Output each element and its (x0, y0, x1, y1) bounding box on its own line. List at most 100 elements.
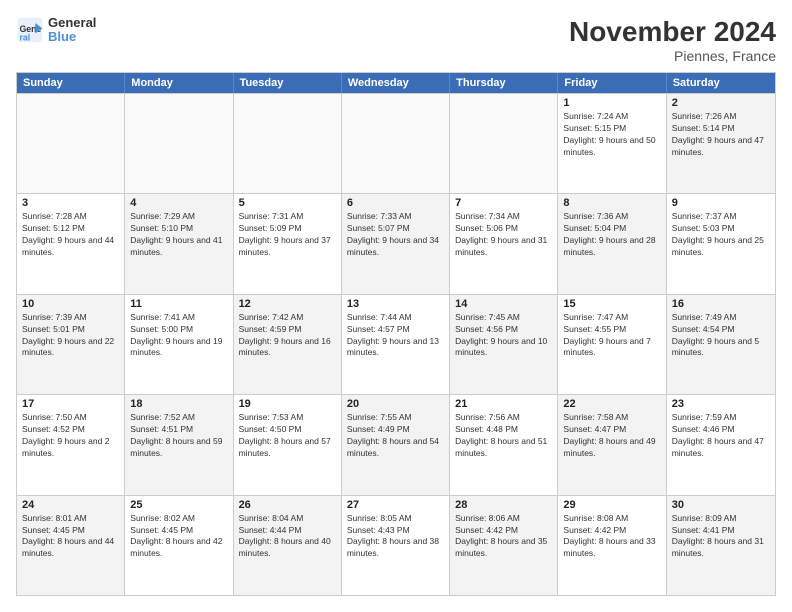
day-info: Sunrise: 7:52 AM Sunset: 4:51 PM Dayligh… (130, 412, 227, 460)
day-number: 27 (347, 499, 444, 511)
day-number: 9 (672, 197, 770, 209)
cal-header-day: Tuesday (234, 73, 342, 93)
title-block: November 2024 Piennes, France (569, 16, 776, 64)
month-title: November 2024 (569, 16, 776, 48)
day-number: 20 (347, 398, 444, 410)
calendar-body: 1 Sunrise: 7:24 AM Sunset: 5:15 PM Daylig… (17, 93, 775, 595)
calendar-row: 10 Sunrise: 7:39 AM Sunset: 5:01 PM Dayli… (17, 294, 775, 394)
day-info: Sunrise: 8:06 AM Sunset: 4:42 PM Dayligh… (455, 513, 552, 561)
day-number: 30 (672, 499, 770, 511)
calendar-cell: 5 Sunrise: 7:31 AM Sunset: 5:09 PM Daylig… (234, 194, 342, 293)
calendar-cell: 2 Sunrise: 7:26 AM Sunset: 5:14 PM Daylig… (667, 94, 775, 193)
day-info: Sunrise: 8:09 AM Sunset: 4:41 PM Dayligh… (672, 513, 770, 561)
calendar-cell: 30 Sunrise: 8:09 AM Sunset: 4:41 PM Dayli… (667, 496, 775, 595)
calendar-header: SundayMondayTuesdayWednesdayThursdayFrid… (17, 73, 775, 93)
day-number: 16 (672, 298, 770, 310)
calendar-cell: 4Sunrise: 7:29 AM Sunset: 5:10 PM Daylig… (125, 194, 233, 293)
day-info: Sunrise: 7:36 AM Sunset: 5:04 PM Dayligh… (563, 211, 660, 259)
day-number: 3 (22, 197, 119, 209)
calendar-cell: 6 Sunrise: 7:33 AM Sunset: 5:07 PM Daylig… (342, 194, 450, 293)
calendar-cell (450, 94, 558, 193)
cal-header-day: Wednesday (342, 73, 450, 93)
day-number: 26 (239, 499, 336, 511)
day-number: 7 (455, 197, 552, 209)
day-info: Sunrise: 8:04 AM Sunset: 4:44 PM Dayligh… (239, 513, 336, 561)
day-number: 11 (130, 298, 227, 310)
day-info: Sunrise: 7:28 AM Sunset: 5:12 PM Dayligh… (22, 211, 119, 259)
calendar-cell: 13 Sunrise: 7:44 AM Sunset: 4:57 PM Dayli… (342, 295, 450, 394)
day-number: 2 (672, 97, 770, 109)
logo-icon: Gene ral (16, 16, 44, 44)
day-number: 8 (563, 197, 660, 209)
calendar-cell (342, 94, 450, 193)
calendar-cell: 22 Sunrise: 7:58 AM Sunset: 4:47 PM Dayli… (558, 395, 666, 494)
day-number: 12 (239, 298, 336, 310)
calendar-cell: 28Sunrise: 8:06 AM Sunset: 4:42 PM Dayli… (450, 496, 558, 595)
cal-header-day: Saturday (667, 73, 775, 93)
cal-header-day: Friday (558, 73, 666, 93)
calendar-cell: 12Sunrise: 7:42 AM Sunset: 4:59 PM Dayli… (234, 295, 342, 394)
day-info: Sunrise: 7:26 AM Sunset: 5:14 PM Dayligh… (672, 111, 770, 159)
day-number: 24 (22, 499, 119, 511)
day-info: Sunrise: 8:05 AM Sunset: 4:43 PM Dayligh… (347, 513, 444, 561)
calendar-cell: 7 Sunrise: 7:34 AM Sunset: 5:06 PM Daylig… (450, 194, 558, 293)
day-info: Sunrise: 7:47 AM Sunset: 4:55 PM Dayligh… (563, 312, 660, 360)
day-number: 10 (22, 298, 119, 310)
calendar-row: 24 Sunrise: 8:01 AM Sunset: 4:45 PM Dayli… (17, 495, 775, 595)
calendar-cell: 25Sunrise: 8:02 AM Sunset: 4:45 PM Dayli… (125, 496, 233, 595)
calendar-cell: 10 Sunrise: 7:39 AM Sunset: 5:01 PM Dayli… (17, 295, 125, 394)
day-number: 6 (347, 197, 444, 209)
calendar-cell: 1 Sunrise: 7:24 AM Sunset: 5:15 PM Daylig… (558, 94, 666, 193)
day-number: 19 (239, 398, 336, 410)
day-number: 29 (563, 499, 660, 511)
day-number: 21 (455, 398, 552, 410)
day-info: Sunrise: 7:34 AM Sunset: 5:06 PM Dayligh… (455, 211, 552, 259)
day-info: Sunrise: 7:45 AM Sunset: 4:56 PM Dayligh… (455, 312, 552, 360)
day-number: 15 (563, 298, 660, 310)
calendar-cell (125, 94, 233, 193)
day-info: Sunrise: 8:01 AM Sunset: 4:45 PM Dayligh… (22, 513, 119, 561)
day-info: Sunrise: 7:24 AM Sunset: 5:15 PM Dayligh… (563, 111, 660, 159)
calendar-cell: 15 Sunrise: 7:47 AM Sunset: 4:55 PM Dayli… (558, 295, 666, 394)
calendar-cell: 8 Sunrise: 7:36 AM Sunset: 5:04 PM Daylig… (558, 194, 666, 293)
calendar-cell: 27 Sunrise: 8:05 AM Sunset: 4:43 PM Dayli… (342, 496, 450, 595)
calendar-cell: 17Sunrise: 7:50 AM Sunset: 4:52 PM Dayli… (17, 395, 125, 494)
calendar-cell: 18 Sunrise: 7:52 AM Sunset: 4:51 PM Dayli… (125, 395, 233, 494)
day-number: 25 (130, 499, 227, 511)
logo-line1: General (48, 16, 96, 30)
day-info: Sunrise: 7:56 AM Sunset: 4:48 PM Dayligh… (455, 412, 552, 460)
calendar-cell: 16Sunrise: 7:49 AM Sunset: 4:54 PM Dayli… (667, 295, 775, 394)
calendar-row: 17Sunrise: 7:50 AM Sunset: 4:52 PM Dayli… (17, 394, 775, 494)
calendar-cell: 11 Sunrise: 7:41 AM Sunset: 5:00 PM Dayli… (125, 295, 233, 394)
cal-header-day: Monday (125, 73, 233, 93)
day-number: 14 (455, 298, 552, 310)
calendar: SundayMondayTuesdayWednesdayThursdayFrid… (16, 72, 776, 596)
day-number: 22 (563, 398, 660, 410)
calendar-row: 3 Sunrise: 7:28 AM Sunset: 5:12 PM Daylig… (17, 193, 775, 293)
day-info: Sunrise: 7:55 AM Sunset: 4:49 PM Dayligh… (347, 412, 444, 460)
day-info: Sunrise: 7:39 AM Sunset: 5:01 PM Dayligh… (22, 312, 119, 360)
calendar-cell: 21 Sunrise: 7:56 AM Sunset: 4:48 PM Dayli… (450, 395, 558, 494)
day-number: 4 (130, 197, 227, 209)
day-number: 17 (22, 398, 119, 410)
calendar-row: 1 Sunrise: 7:24 AM Sunset: 5:15 PM Daylig… (17, 93, 775, 193)
calendar-cell (234, 94, 342, 193)
day-number: 5 (239, 197, 336, 209)
logo: Gene ral General Blue (16, 16, 96, 45)
day-info: Sunrise: 7:41 AM Sunset: 5:00 PM Dayligh… (130, 312, 227, 360)
svg-text:ral: ral (20, 33, 31, 43)
day-info: Sunrise: 7:44 AM Sunset: 4:57 PM Dayligh… (347, 312, 444, 360)
day-info: Sunrise: 8:08 AM Sunset: 4:42 PM Dayligh… (563, 513, 660, 561)
day-info: Sunrise: 7:31 AM Sunset: 5:09 PM Dayligh… (239, 211, 336, 259)
calendar-cell: 14 Sunrise: 7:45 AM Sunset: 4:56 PM Dayli… (450, 295, 558, 394)
location: Piennes, France (569, 48, 776, 64)
day-info: Sunrise: 7:37 AM Sunset: 5:03 PM Dayligh… (672, 211, 770, 259)
day-number: 1 (563, 97, 660, 109)
day-number: 13 (347, 298, 444, 310)
day-info: Sunrise: 7:58 AM Sunset: 4:47 PM Dayligh… (563, 412, 660, 460)
day-number: 18 (130, 398, 227, 410)
day-info: Sunrise: 7:33 AM Sunset: 5:07 PM Dayligh… (347, 211, 444, 259)
day-info: Sunrise: 7:53 AM Sunset: 4:50 PM Dayligh… (239, 412, 336, 460)
day-number: 23 (672, 398, 770, 410)
calendar-cell: 3 Sunrise: 7:28 AM Sunset: 5:12 PM Daylig… (17, 194, 125, 293)
